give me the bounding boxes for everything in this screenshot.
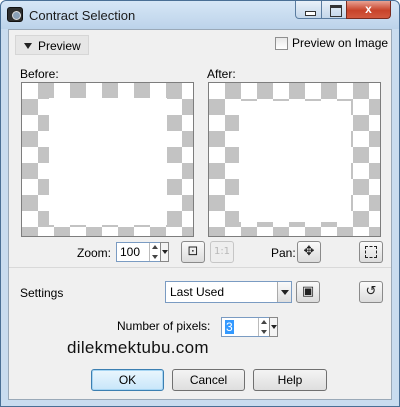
zoom-to-fit-button[interactable]: ⊡ [181,241,205,263]
pan-label: Pan: [271,246,296,260]
dialog-body: Preview Preview on Image Before: After: … [8,29,392,400]
after-selection-area [239,101,351,222]
spin-down-icon [152,255,158,259]
zoom-label: Zoom: [77,246,112,260]
pan-button[interactable]: ✥ [297,241,321,263]
after-preview-panel[interactable] [208,82,381,237]
zoom-input[interactable]: 100 [116,242,169,262]
after-label: After: [207,67,236,81]
pixels-spinner[interactable] [258,318,268,336]
zoom-spinner[interactable] [149,243,159,261]
pixels-label: Number of pixels: [117,319,211,333]
preview-toggle[interactable]: Preview [15,35,89,55]
cancel-button[interactable]: Cancel [172,369,245,391]
reset-button[interactable]: ↺ [359,281,383,303]
dashed-selection-icon [365,246,377,258]
actual-size-icon: 1:1 [213,246,231,257]
preview-on-image-label: Preview on Image [292,36,389,50]
settings-preset-select[interactable]: Last Used [165,281,292,303]
divider [9,267,391,268]
settings-preset-value: Last Used [170,285,225,299]
spin-up-icon [152,245,158,249]
cancel-button-label: Cancel [189,373,228,387]
title-bar[interactable]: Contract Selection x [1,1,399,29]
zoom-value: 100 [120,245,141,259]
dialog-window: Contract Selection x Preview Preview on … [0,0,400,407]
reset-icon: ↺ [365,284,377,299]
preview-toggle-label: Preview [38,39,81,53]
spin-up-icon [261,320,267,324]
before-label: Before: [20,67,59,81]
close-icon: x [365,2,372,16]
minimize-button[interactable] [295,1,322,19]
before-preview-panel[interactable] [21,82,194,237]
move-arrows-icon: ✥ [303,244,315,259]
close-button[interactable]: x [346,1,391,19]
maximize-button[interactable] [321,1,347,19]
pixels-input[interactable]: 3 [221,317,278,337]
zoom-to-fit-icon: ⊡ [187,244,199,259]
help-button[interactable]: Help [253,369,327,391]
floppy-disk-icon: ▣ [301,284,315,299]
help-button-label: Help [277,373,303,387]
triangle-down-icon [24,43,32,49]
ok-button[interactable]: OK [91,369,164,391]
actual-size-button[interactable]: 1:1 [210,241,234,263]
spin-down-icon [261,330,267,334]
chevron-down-icon[interactable] [277,282,291,302]
ok-button-label: OK [118,373,137,387]
before-selection-area [49,98,167,225]
zoom-dropdown-button[interactable] [160,242,169,262]
pixels-value: 3 [225,320,234,334]
camera-app-icon [7,7,23,22]
pixels-dropdown-button[interactable] [269,317,278,337]
selection-view-button[interactable] [359,241,383,263]
preview-on-image-checkbox[interactable] [275,37,288,50]
save-preset-button[interactable]: ▣ [296,281,320,303]
window-title: Contract Selection [29,8,136,23]
settings-label: Settings [20,286,64,300]
watermark-text: dilekmektubu.com [67,338,209,357]
